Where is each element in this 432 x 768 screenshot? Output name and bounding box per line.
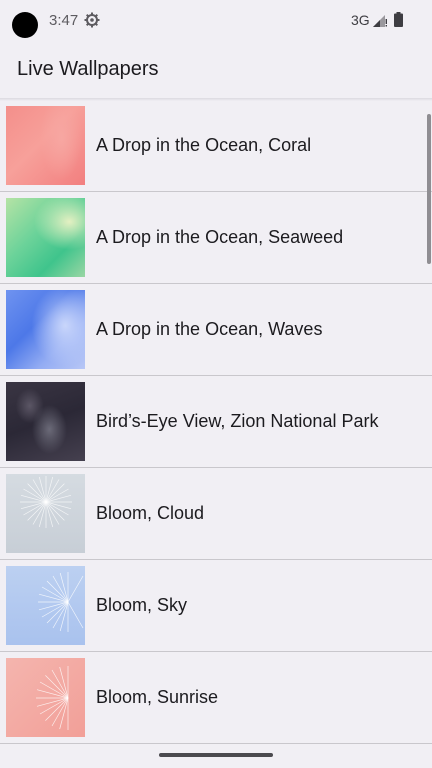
- wallpaper-list[interactable]: A Drop in the Ocean, Coral A Drop in the…: [0, 100, 432, 745]
- wallpaper-label: A Drop in the Ocean, Coral: [96, 135, 312, 155]
- bloom-burst-graphic: [36, 666, 69, 730]
- wallpaper-item-seaweed[interactable]: A Drop in the Ocean, Seaweed: [0, 192, 432, 284]
- list-scrollbar[interactable]: [427, 114, 431, 264]
- gear-icon: [84, 12, 100, 28]
- wallpaper-item-bloom-sky[interactable]: Bloom, Sky: [0, 560, 432, 652]
- app-bar-shadow: [0, 98, 432, 101]
- wallpaper-label: Bloom, Cloud: [96, 503, 205, 523]
- wallpaper-thumbnail: [6, 198, 85, 277]
- status-bar: 3:47 3G: [0, 0, 432, 42]
- wallpaper-label: A Drop in the Ocean, Seaweed: [96, 227, 344, 247]
- screen: 3:47 3G Live Wallpapers A Drop in the Oc…: [0, 0, 432, 768]
- wallpaper-thumbnail: [6, 106, 85, 185]
- home-gesture-handle[interactable]: [159, 753, 273, 757]
- wallpaper-thumbnail: [6, 290, 85, 369]
- wallpaper-label: A Drop in the Ocean, Waves: [96, 319, 323, 339]
- wallpaper-thumbnail: [6, 474, 85, 553]
- wallpaper-label: Bird’s-Eye View, Zion National Park: [96, 411, 379, 431]
- wallpaper-item-coral[interactable]: A Drop in the Ocean, Coral: [0, 100, 432, 192]
- wallpaper-item-waves[interactable]: A Drop in the Ocean, Waves: [0, 284, 432, 376]
- wallpaper-label: Bloom, Sky: [96, 595, 188, 615]
- status-time: 3:47: [49, 12, 79, 29]
- navigation-bar: [0, 745, 432, 768]
- page-title: Live Wallpapers: [17, 58, 159, 80]
- wallpaper-thumbnail: [6, 382, 85, 461]
- bloom-burst-graphic: [20, 476, 72, 528]
- wallpaper-item-bloom-sunrise[interactable]: Bloom, Sunrise: [0, 652, 432, 744]
- app-bar: Live Wallpapers: [0, 42, 432, 100]
- camera-cutout: [12, 12, 38, 38]
- battery-icon: [394, 12, 403, 27]
- wallpaper-item-bloom-cloud[interactable]: Bloom, Cloud: [0, 468, 432, 560]
- wallpaper-thumbnail: [6, 566, 85, 645]
- wallpaper-thumbnail: [6, 658, 85, 737]
- network-type: 3G: [351, 12, 370, 28]
- wallpaper-item-zion[interactable]: Bird’s-Eye View, Zion National Park: [0, 376, 432, 468]
- bloom-burst-graphic: [38, 572, 84, 632]
- wallpaper-label: Bloom, Sunrise: [96, 687, 219, 707]
- signal-icon: [373, 15, 387, 27]
